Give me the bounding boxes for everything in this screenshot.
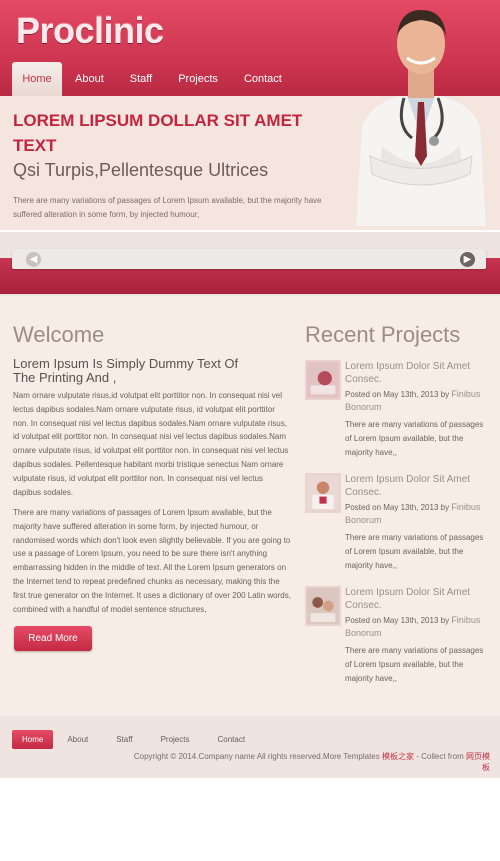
read-more-button[interactable]: Read More xyxy=(14,626,92,651)
slider-prev-icon[interactable]: ◀ xyxy=(26,252,41,267)
copyright: Copyright © 2014.Company name All rights… xyxy=(128,751,490,773)
nav-contact[interactable]: Contact xyxy=(231,62,295,96)
project-description: There are many variations of passages of… xyxy=(345,420,484,457)
collect-link[interactable]: 网页模板 xyxy=(466,752,490,772)
project-meta: Posted on May 13th, 2013 by Finibus Bono… xyxy=(345,388,490,414)
project-date: Posted on May 13th, 2013 by xyxy=(345,616,450,625)
project-thumbnail[interactable] xyxy=(305,586,341,626)
project-title[interactable]: Lorem Ipsum Dolor Sit Amet Consec. xyxy=(345,360,490,386)
hero-subtitle: Qsi Turpis,Pellentesque Ultrices xyxy=(13,160,269,180)
footer-nav-projects[interactable]: Projects xyxy=(147,730,204,749)
copyright-separator: - Collect from xyxy=(413,752,466,761)
welcome-paragraph-1: Nam ornare vulputate risus,id volutpat e… xyxy=(13,391,289,497)
footer-nav-about[interactable]: About xyxy=(53,730,102,749)
slider-track xyxy=(12,249,486,269)
project-thumbnail[interactable] xyxy=(305,360,341,400)
slider-next-icon[interactable]: ▶ xyxy=(460,252,475,267)
main-nav: Home About Staff Projects Contact xyxy=(12,62,295,96)
project-date: Posted on May 13th, 2013 by xyxy=(345,503,450,512)
project-date: Posted on May 13th, 2013 by xyxy=(345,390,450,399)
welcome-title: Welcome xyxy=(13,322,105,347)
footer-nav-contact[interactable]: Contact xyxy=(203,730,259,749)
welcome-subtitle: Lorem Ipsum Is Simply Dummy Text Of The … xyxy=(13,356,239,385)
templates-link[interactable]: 模板之家 xyxy=(382,752,414,761)
project-description: There are many variations of passages of… xyxy=(345,533,484,570)
copyright-text: Copyright © 2014.Company name All rights… xyxy=(133,752,380,761)
project-thumbnail[interactable] xyxy=(305,473,341,513)
project-description: There are many variations of passages of… xyxy=(345,646,484,683)
site-logo[interactable]: Proclinic xyxy=(16,10,164,52)
project-meta: Posted on May 13th, 2013 by Finibus Bono… xyxy=(345,501,490,527)
hero-text: There are many variations of passages of… xyxy=(13,196,322,219)
footer-nav-staff[interactable]: Staff xyxy=(102,730,146,749)
project-title[interactable]: Lorem Ipsum Dolor Sit Amet Consec. xyxy=(345,473,490,499)
project-meta: Posted on May 13th, 2013 by Finibus Bono… xyxy=(345,614,490,640)
footer-nav-home[interactable]: Home xyxy=(12,730,54,749)
footer-nav: Home About Staff Projects Contact xyxy=(12,730,259,749)
recent-projects-title: Recent Projects xyxy=(305,322,461,347)
hero-title: LOREM LIPSUM DOLLAR SIT AMET TEXT xyxy=(13,111,303,155)
welcome-paragraph-2: There are many variations of passages of… xyxy=(13,508,291,614)
nav-home[interactable]: Home xyxy=(12,62,62,96)
nav-staff[interactable]: Staff xyxy=(117,62,165,96)
nav-projects[interactable]: Projects xyxy=(165,62,231,96)
project-title[interactable]: Lorem Ipsum Dolor Sit Amet Consec. xyxy=(345,586,490,612)
doctor-image xyxy=(356,10,486,226)
nav-about[interactable]: About xyxy=(62,62,117,96)
